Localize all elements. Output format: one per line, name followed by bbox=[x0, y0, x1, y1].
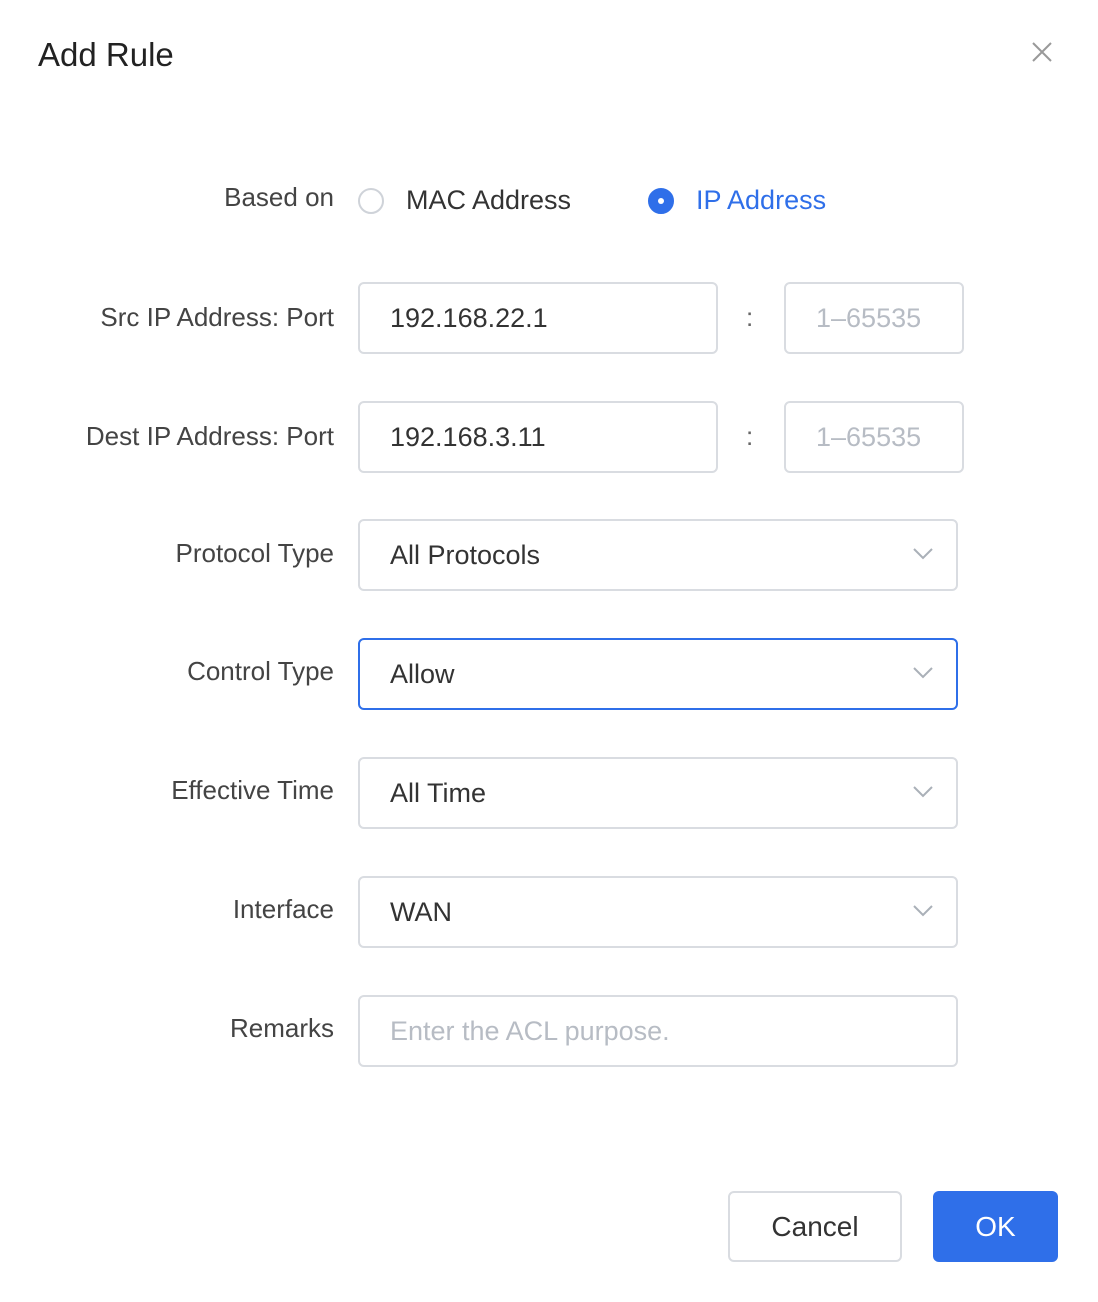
remarks-input[interactable]: Enter the ACL purpose. bbox=[358, 995, 958, 1067]
radio-ip-label: IP Address bbox=[696, 185, 827, 215]
control-type-select[interactable]: Allow bbox=[358, 638, 958, 710]
chevron-down-icon bbox=[912, 666, 934, 680]
remarks-label: Remarks bbox=[229, 1013, 334, 1043]
src-ip-port-label: Src IP Address: Port bbox=[100, 302, 334, 332]
based-on-label: Based on bbox=[224, 182, 334, 212]
dialog-title: Add Rule bbox=[38, 36, 174, 73]
dest-port-input[interactable]: 1–65535 bbox=[784, 401, 964, 473]
effective-time-select[interactable]: All Time bbox=[358, 757, 958, 829]
chevron-down-icon bbox=[912, 904, 934, 918]
effective-time-value: All Time bbox=[390, 777, 487, 808]
interface-select[interactable]: WAN bbox=[358, 876, 958, 948]
radio-mac-address[interactable]: MAC Address bbox=[358, 185, 571, 216]
radio-ip-address[interactable]: IP Address bbox=[648, 185, 826, 216]
src-port-input[interactable]: 1–65535 bbox=[784, 282, 964, 354]
src-ip-input[interactable]: 192.168.22.1 bbox=[358, 282, 718, 354]
dest-port-separator: : bbox=[746, 421, 754, 451]
protocol-type-select[interactable]: All Protocols bbox=[358, 519, 958, 591]
effective-time-label: Effective Time bbox=[171, 775, 334, 805]
ok-button[interactable]: OK bbox=[933, 1191, 1058, 1262]
close-icon[interactable] bbox=[1026, 36, 1058, 68]
radio-circle[interactable] bbox=[358, 187, 384, 214]
chevron-down-icon bbox=[912, 547, 934, 561]
control-type-label: Control Type bbox=[187, 656, 334, 686]
radio-circle[interactable] bbox=[648, 187, 674, 214]
cancel-button[interactable]: Cancel bbox=[728, 1191, 902, 1262]
interface-label: Interface bbox=[232, 894, 334, 924]
chevron-down-icon bbox=[912, 785, 934, 799]
interface-value: WAN bbox=[390, 896, 452, 927]
control-type-value: Allow bbox=[390, 658, 455, 689]
src-port-separator: : bbox=[746, 302, 754, 332]
radio-mac-label: MAC Address bbox=[406, 185, 572, 215]
protocol-type-value: All Protocols bbox=[390, 539, 541, 570]
dest-ip-port-label: Dest IP Address: Port bbox=[85, 421, 334, 451]
dest-ip-input[interactable]: 192.168.3.11 bbox=[358, 401, 718, 473]
protocol-type-label: Protocol Type bbox=[175, 538, 334, 568]
